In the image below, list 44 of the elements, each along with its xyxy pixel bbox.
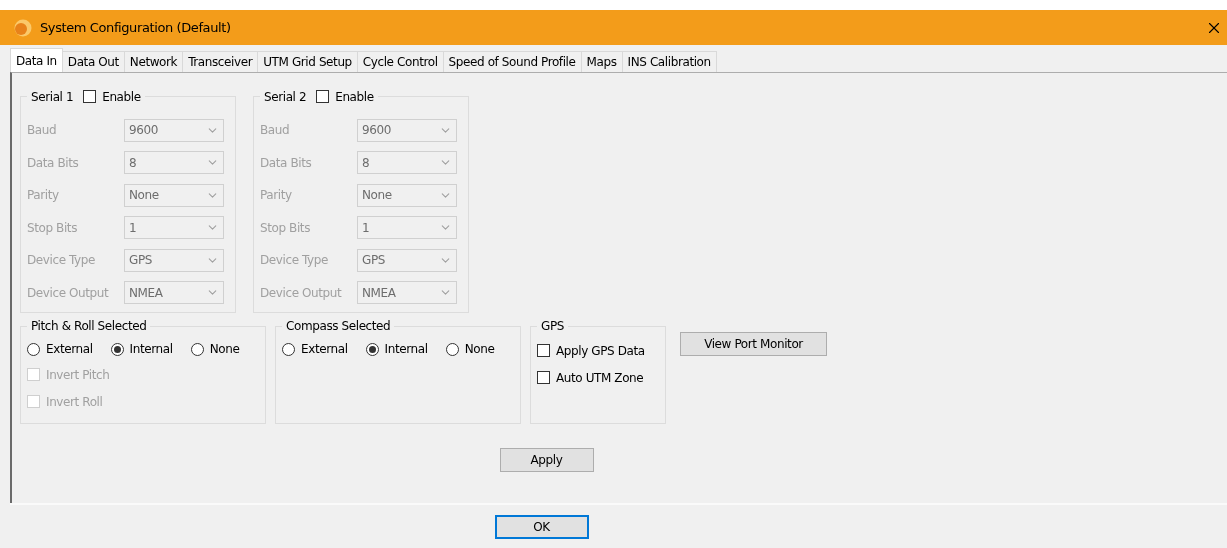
tab[interactable]: UTM Grid Setup — [257, 51, 358, 72]
radio-option[interactable]: None — [445, 342, 495, 356]
field-label: Device Output — [260, 285, 343, 300]
group-title: Serial 1 — [31, 89, 74, 104]
radio-button[interactable] — [190, 342, 204, 356]
checkbox[interactable] — [537, 344, 550, 357]
radio-option[interactable]: External — [282, 342, 348, 356]
checkbox-option[interactable]: Auto UTM Zone — [537, 364, 659, 391]
radio-button[interactable] — [27, 342, 40, 356]
radio-option[interactable]: External — [27, 342, 93, 356]
radio-option[interactable]: Internal — [365, 342, 428, 356]
radio-button[interactable] — [110, 342, 124, 356]
radio-button[interactable] — [282, 342, 295, 356]
radio-option[interactable]: None — [190, 342, 240, 356]
group-title: Pitch & Roll Selected — [31, 319, 147, 333]
field-label: Baud — [260, 123, 291, 138]
group-title: GPS — [541, 319, 564, 333]
field-label: Data Bits — [260, 155, 313, 170]
field-label: Device Type — [27, 253, 97, 268]
group-title: Serial 2 — [264, 89, 307, 104]
ok-button[interactable]: OK — [494, 514, 589, 539]
window-title: System Configuration (Default) — [40, 20, 232, 35]
view-port-monitor-button[interactable]: View Port Monitor — [680, 332, 827, 356]
checkbox[interactable] — [537, 371, 550, 384]
field-label: Baud — [27, 123, 58, 138]
apply-button[interactable]: Apply — [499, 448, 594, 472]
tab[interactable]: Speed of Sound Profile — [442, 51, 582, 72]
radio-button[interactable] — [445, 342, 459, 356]
checkbox-option[interactable]: Apply GPS Data — [537, 337, 659, 364]
field-label: Device Type — [260, 253, 330, 268]
tab[interactable]: INS Calibration — [621, 51, 717, 72]
field-label: Stop Bits — [260, 220, 312, 235]
tab[interactable]: Cycle Control — [356, 51, 444, 72]
field-label: Stop Bits — [27, 220, 79, 235]
radio-option[interactable]: Internal — [110, 342, 173, 356]
group-title: Compass Selected — [286, 319, 391, 333]
tab[interactable]: Maps — [580, 51, 623, 72]
radio-button[interactable] — [365, 342, 379, 356]
field-label: Device Output — [27, 285, 110, 300]
field-label: Parity — [260, 188, 293, 203]
field-label: Parity — [27, 188, 60, 203]
app-logo-icon — [14, 18, 32, 37]
tab[interactable]: Data In — [10, 48, 63, 72]
field-label: Data Bits — [27, 155, 80, 170]
